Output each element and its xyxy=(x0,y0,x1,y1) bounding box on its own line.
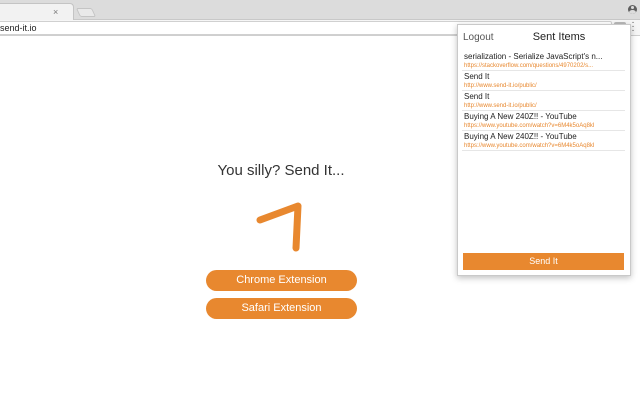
logout-link[interactable]: Logout xyxy=(463,32,494,43)
list-item[interactable]: serialization - Serialize JavaScript's n… xyxy=(462,51,625,71)
browser-tab-strip: × xyxy=(0,0,640,20)
profile-icon[interactable] xyxy=(628,5,637,14)
new-tab-button[interactable] xyxy=(75,8,97,17)
item-url[interactable]: https://www.youtube.com/watch?v=6M4k5oAq… xyxy=(464,142,623,150)
address-bar-url[interactable]: send-it.io xyxy=(0,23,37,34)
item-url[interactable]: http://www.send-it.io/public/ xyxy=(464,82,623,90)
list-item[interactable]: Send It http://www.send-it.io/public/ xyxy=(462,71,625,91)
page-headline: You silly? Send It... xyxy=(217,162,345,179)
send-it-button[interactable]: Send It xyxy=(463,253,624,270)
safari-extension-button[interactable]: Safari Extension xyxy=(206,298,357,319)
item-url[interactable]: https://www.youtube.com/watch?v=6M4k5oAq… xyxy=(464,122,623,130)
item-url[interactable]: https://stackoverflow.com/questions/4970… xyxy=(464,62,623,70)
tab-close-icon[interactable]: × xyxy=(53,8,58,17)
list-item[interactable]: Buying A New 240Z!! - YouTube https://ww… xyxy=(462,131,625,151)
item-title: Buying A New 240Z!! - YouTube xyxy=(464,112,577,121)
sent-items-popup: Logout Sent Items serialization - Serial… xyxy=(457,24,631,276)
list-item[interactable]: Buying A New 240Z!! - YouTube https://ww… xyxy=(462,111,625,131)
chrome-extension-button[interactable]: Chrome Extension xyxy=(206,270,357,291)
item-url[interactable]: http://www.send-it.io/public/ xyxy=(464,102,623,110)
item-title: serialization - Serialize JavaScript's n… xyxy=(464,52,603,61)
sent-items-list: serialization - Serialize JavaScript's n… xyxy=(462,51,625,151)
item-title: Buying A New 240Z!! - YouTube xyxy=(464,132,577,141)
send-it-logo-icon xyxy=(256,202,302,252)
item-title: Send It xyxy=(464,92,490,101)
list-item[interactable]: Send It http://www.send-it.io/public/ xyxy=(462,91,625,111)
browser-tab[interactable]: × xyxy=(0,3,74,20)
popup-title: Sent Items xyxy=(532,31,586,43)
item-title: Send It xyxy=(464,72,490,81)
